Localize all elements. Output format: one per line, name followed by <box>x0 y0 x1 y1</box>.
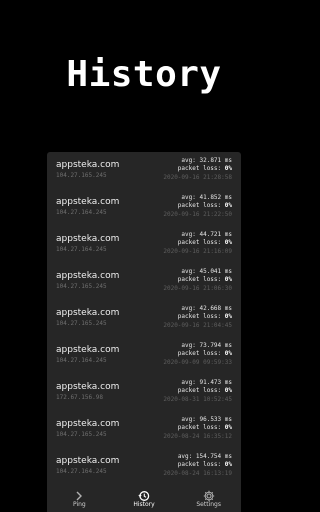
header: History <box>0 0 288 152</box>
packet-loss-label: packet loss: <box>177 313 225 320</box>
nav-settings[interactable]: Settings <box>176 482 241 512</box>
packet-loss-value: 0% <box>224 424 232 431</box>
history-packet-loss: packet loss: 0% <box>178 350 232 357</box>
history-ip: 104.27.164.245 <box>56 209 107 216</box>
history-item[interactable]: appsteka.com 104.27.165.245 avg: 45.041 … <box>47 263 241 300</box>
history-item[interactable]: appsteka.com 104.27.164.245 avg: 73.794 … <box>47 337 241 374</box>
history-host: appsteka.com <box>56 456 120 466</box>
nav-label-settings: Settings <box>196 501 221 508</box>
packet-loss-label: packet loss: <box>177 350 225 357</box>
nav-ping[interactable]: Ping <box>47 482 112 512</box>
history-list[interactable]: appsteka.com 104.27.165.245 avg: 32.871 … <box>47 152 241 485</box>
history-item[interactable]: appsteka.com 172.67.156.98 avg: 91.473 m… <box>47 374 241 411</box>
history-ip: 104.27.165.245 <box>56 172 107 179</box>
history-ip: 104.27.165.245 <box>56 431 107 438</box>
history-ip: 104.27.164.245 <box>56 357 107 364</box>
history-ip: 104.27.165.245 <box>56 283 107 290</box>
nav-label-history: History <box>133 501 155 508</box>
history-timestamp: 2020-09-16 21:16:09 <box>163 248 232 255</box>
packet-loss-value: 0% <box>224 165 232 172</box>
packet-loss-value: 0% <box>224 239 232 246</box>
history-host: appsteka.com <box>56 382 120 392</box>
history-item[interactable]: appsteka.com 104.27.164.245 avg: 41.852 … <box>47 189 241 226</box>
bottom-nav: Ping History Settings <box>47 482 241 512</box>
history-packet-loss: packet loss: 0% <box>178 202 232 209</box>
packet-loss-value: 0% <box>224 276 232 283</box>
history-timestamp: 2020-09-16 21:22:50 <box>163 211 232 218</box>
page-title: History <box>66 54 222 95</box>
history-avg: avg: 96.533 ms <box>181 416 232 423</box>
history-icon <box>112 487 177 501</box>
history-timestamp: 2020-09-16 21:04:45 <box>163 322 232 329</box>
nav-label-ping: Ping <box>72 501 86 508</box>
history-item[interactable]: appsteka.com 104.27.165.245 avg: 42.668 … <box>47 300 241 337</box>
history-timestamp: 2020-09-16 21:28:58 <box>163 174 232 181</box>
history-packet-loss: packet loss: 0% <box>178 313 232 320</box>
packet-loss-value: 0% <box>224 350 232 357</box>
history-item[interactable]: appsteka.com 104.27.165.245 avg: 32.871 … <box>47 152 241 189</box>
history-host: appsteka.com <box>56 160 120 170</box>
packet-loss-label: packet loss: <box>177 387 225 394</box>
history-avg: avg: 73.794 ms <box>181 342 232 349</box>
history-avg: avg: 44.721 ms <box>181 231 232 238</box>
history-host: appsteka.com <box>56 345 120 355</box>
gear-icon <box>176 487 241 502</box>
history-packet-loss: packet loss: 0% <box>178 165 232 172</box>
packet-loss-value: 0% <box>224 461 232 468</box>
history-timestamp: 2020-09-16 21:06:30 <box>163 285 232 292</box>
history-packet-loss: packet loss: 0% <box>178 239 232 246</box>
history-timestamp: 2020-09-09 09:59:33 <box>163 359 232 366</box>
history-ip: 172.67.156.98 <box>56 394 103 401</box>
history-timestamp: 2020-08-24 16:35:12 <box>163 433 232 440</box>
history-timestamp: 2020-08-31 10:52:45 <box>163 396 232 403</box>
history-packet-loss: packet loss: 0% <box>178 276 232 283</box>
history-ip: 104.27.164.245 <box>56 468 107 475</box>
packet-loss-label: packet loss: <box>177 424 225 431</box>
history-item[interactable]: appsteka.com 104.27.165.245 avg: 96.533 … <box>47 411 241 448</box>
nav-history[interactable]: History <box>112 482 177 512</box>
packet-loss-value: 0% <box>224 313 232 320</box>
history-panel: appsteka.com 104.27.165.245 avg: 32.871 … <box>47 152 241 512</box>
packet-loss-value: 0% <box>224 387 232 394</box>
history-avg: avg: 42.668 ms <box>181 305 232 312</box>
history-ip: 104.27.164.245 <box>56 246 107 253</box>
packet-loss-value: 0% <box>224 202 232 209</box>
history-packet-loss: packet loss: 0% <box>178 461 232 468</box>
packet-loss-label: packet loss: <box>177 461 225 468</box>
history-avg: avg: 154.754 ms <box>177 453 232 460</box>
history-avg: avg: 32.871 ms <box>181 157 232 164</box>
history-timestamp: 2020-08-24 16:13:19 <box>163 470 232 477</box>
history-avg: avg: 91.473 ms <box>181 379 232 386</box>
chevron-right-icon <box>47 487 112 501</box>
packet-loss-label: packet loss: <box>177 239 225 246</box>
history-item[interactable]: appsteka.com 104.27.164.245 avg: 154.754… <box>47 448 241 485</box>
packet-loss-label: packet loss: <box>177 202 225 209</box>
history-packet-loss: packet loss: 0% <box>178 424 232 431</box>
packet-loss-label: packet loss: <box>177 165 225 172</box>
history-host: appsteka.com <box>56 419 120 429</box>
history-avg: avg: 45.041 ms <box>181 268 232 275</box>
history-ip: 104.27.165.245 <box>56 320 107 327</box>
history-host: appsteka.com <box>56 308 120 318</box>
history-item[interactable]: appsteka.com 104.27.164.245 avg: 44.721 … <box>47 226 241 263</box>
history-packet-loss: packet loss: 0% <box>178 387 232 394</box>
history-host: appsteka.com <box>56 271 120 281</box>
history-host: appsteka.com <box>56 197 120 207</box>
history-avg: avg: 41.852 ms <box>181 194 232 201</box>
history-host: appsteka.com <box>56 234 120 244</box>
packet-loss-label: packet loss: <box>177 276 225 283</box>
